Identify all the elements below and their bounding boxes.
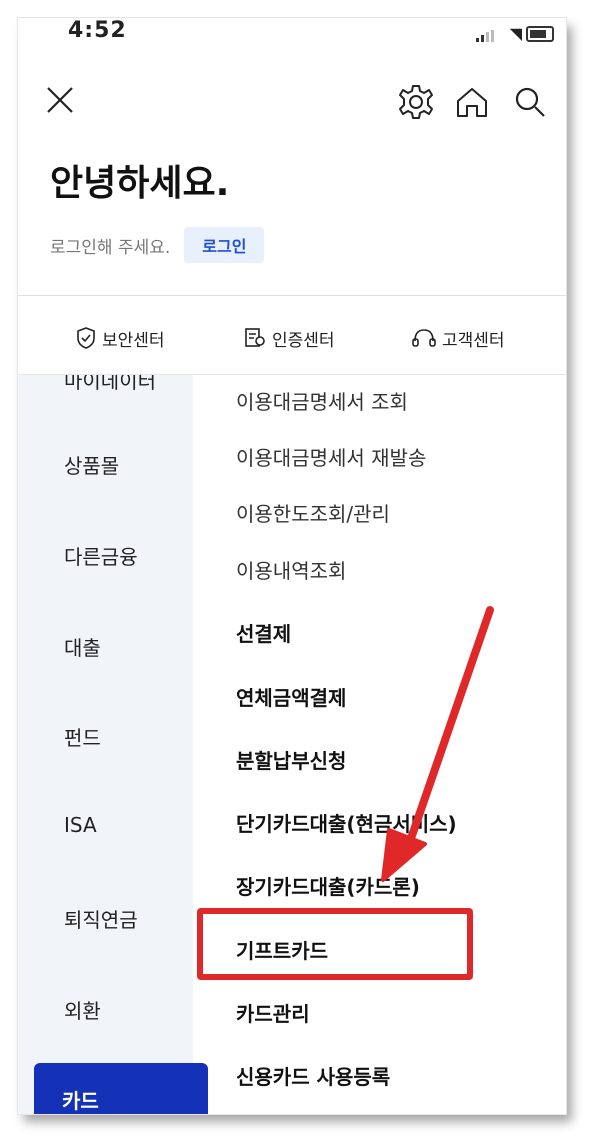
sidebar-item-mydata[interactable]: 마이데이터	[64, 375, 156, 394]
menu-prepayment[interactable]: 선결제	[236, 618, 291, 647]
sidebar-item-other-finance[interactable]: 다른금융	[64, 541, 138, 570]
sidebar-item-loan[interactable]: 대출	[64, 632, 101, 661]
divider	[18, 295, 566, 296]
menu-statement-view[interactable]: 이용대금명세서 조회	[236, 386, 408, 415]
battery-icon	[526, 26, 554, 42]
status-bar: 4:52 ◥	[18, 18, 566, 48]
menu-card-loan[interactable]: 장기카드대출(카드론)	[236, 871, 420, 900]
sidebar-item-fund[interactable]: 펀드	[64, 722, 101, 751]
menu-credit-card-register[interactable]: 신용카드 사용등록	[236, 1061, 390, 1090]
highlight-box	[197, 908, 473, 980]
sidebar-item-card-label: 카드	[62, 1089, 99, 1113]
home-icon[interactable]	[452, 82, 492, 122]
sidebar-item-card[interactable]: 카드	[34, 1063, 208, 1114]
menu-installment[interactable]: 분할납부신청	[236, 745, 346, 774]
signal-icon	[476, 30, 496, 42]
shield-check-icon	[77, 327, 95, 349]
sidebar-item-pension[interactable]: 퇴직연금	[64, 904, 138, 933]
security-center-label: 보안센터	[102, 330, 165, 351]
headset-icon	[412, 329, 436, 347]
menu-limit-manage[interactable]: 이용한도조회/관리	[236, 498, 390, 527]
menu-usage-history[interactable]: 이용내역조회	[236, 555, 346, 584]
customer-center-label: 고객센터	[442, 330, 505, 351]
certification-center-label: 인증센터	[272, 330, 335, 351]
menu-statement-resend[interactable]: 이용대금명세서 재발송	[236, 442, 426, 471]
close-icon[interactable]	[40, 80, 80, 120]
menu-card-management[interactable]: 카드관리	[236, 998, 310, 1027]
wifi-icon: ◥	[509, 24, 522, 43]
gear-icon[interactable]	[396, 82, 436, 122]
sidebar-item-isa[interactable]: ISA	[64, 813, 97, 837]
customer-center-link[interactable]: 고객센터	[412, 318, 505, 358]
certification-center-link[interactable]: 인증센터	[244, 318, 335, 358]
category-sidebar: 마이데이터 상품몰 다른금융 대출 펀드 ISA 퇴직연금 외환	[18, 375, 193, 1114]
quick-links: 보안센터 인증센터 고객센터	[18, 318, 566, 358]
menu-overdue-payment[interactable]: 연체금액결제	[236, 682, 346, 711]
login-row: 로그인해 주세요. 로그인	[50, 227, 265, 263]
sidebar-item-shop[interactable]: 상품몰	[64, 450, 119, 479]
certificate-icon	[245, 328, 265, 347]
login-hint: 로그인해 주세요.	[50, 237, 171, 258]
status-time: 4:52	[68, 18, 127, 43]
menu-cash-service[interactable]: 단기카드대출(현금서비스)	[236, 808, 457, 837]
search-icon[interactable]	[510, 82, 550, 122]
security-center-link[interactable]: 보안센터	[76, 318, 165, 358]
sidebar-item-forex[interactable]: 외환	[64, 995, 101, 1024]
login-button[interactable]: 로그인	[184, 227, 265, 263]
greeting-title: 안녕하세요.	[50, 163, 230, 204]
phone-screen: 4:52 ◥ 안녕하세요. 로그인해 주세요. 로그인 보안센터 인증센터 고객…	[18, 18, 566, 1114]
